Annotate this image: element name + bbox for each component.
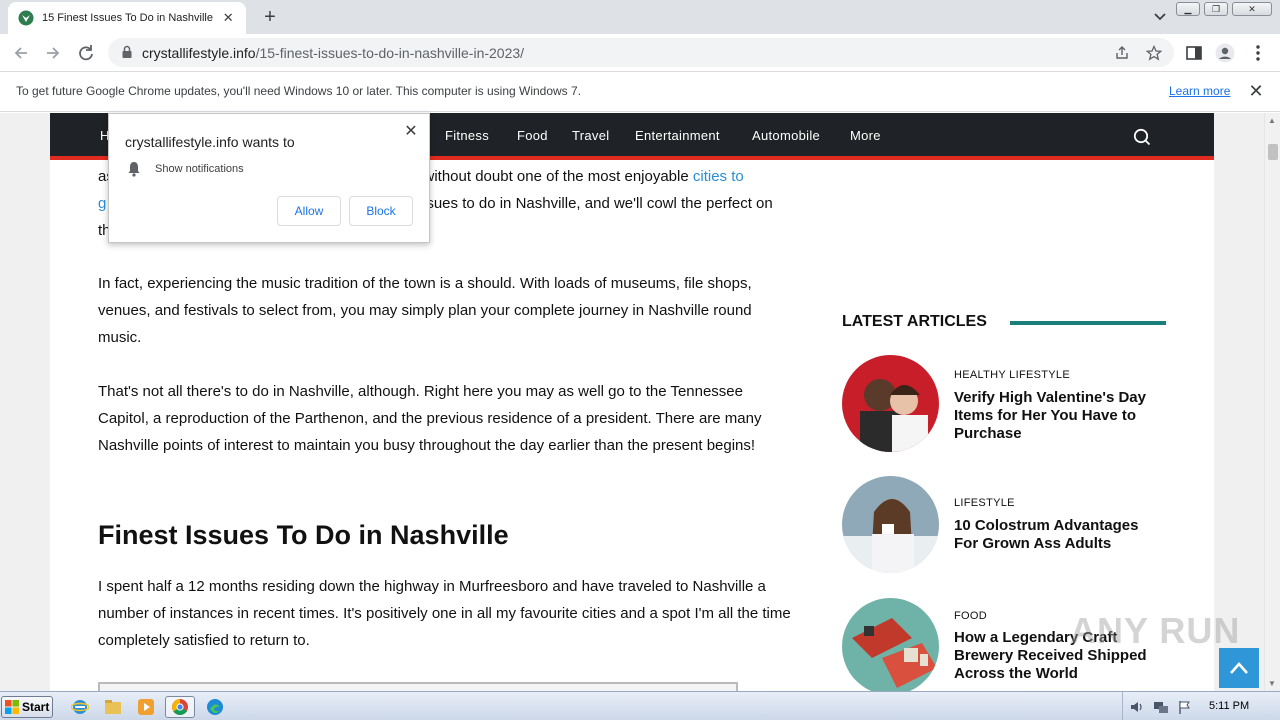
article-paragraph-4: I spent half a 12 months residing down t… — [98, 578, 791, 649]
embedded-image-frame — [98, 682, 738, 691]
scroll-down-icon[interactable]: ▼ — [1268, 679, 1276, 688]
scroll-thumb[interactable] — [1268, 144, 1278, 160]
start-label: Start — [22, 700, 50, 714]
page-scrollbar[interactable]: ▲ ▼ — [1264, 113, 1280, 691]
side-panel-icon[interactable] — [1184, 43, 1204, 63]
windows-taskbar: Start 5:11 PM — [0, 691, 1280, 720]
nav-item-automobile[interactable]: Automobile — [752, 128, 820, 143]
popup-message: Show notifications — [155, 163, 244, 175]
infobar-message: To get future Google Chrome updates, you… — [16, 84, 582, 98]
article-title[interactable]: 10 Colostrum Advantages For Grown Ass Ad… — [954, 517, 1154, 553]
cities-link[interactable]: cities to — [693, 168, 744, 185]
minimize-button[interactable]: ▁ — [1176, 2, 1200, 16]
bell-icon — [127, 161, 141, 177]
article-paragraph-3: That's not all there's to do in Nashvill… — [98, 383, 762, 454]
action-center-flag-icon[interactable] — [1177, 699, 1193, 715]
section-heading: Finest Issues To Do in Nashville — [98, 520, 509, 550]
back-to-top-button[interactable] — [1219, 648, 1259, 688]
tab-close-icon[interactable]: ✕ — [221, 10, 237, 26]
nav-item-travel[interactable]: Travel — [572, 128, 609, 143]
block-button[interactable]: Block — [349, 196, 413, 226]
article-card[interactable]: HEALTHY LIFESTYLE Verify High Valentine'… — [842, 355, 1166, 455]
nav-item-entertainment[interactable]: Entertainment — [635, 128, 720, 143]
nav-item-more[interactable]: More — [850, 128, 881, 143]
article-thumbnail[interactable] — [842, 355, 939, 452]
anyrun-watermark: ANY RUN — [1070, 610, 1241, 651]
popup-close-icon[interactable]: ✕ — [403, 121, 419, 141]
scroll-up-icon[interactable]: ▲ — [1268, 116, 1276, 125]
restore-button[interactable]: ❐ — [1204, 2, 1228, 16]
article-paragraph-2: In fact, experiencing the music traditio… — [98, 275, 752, 346]
article-title[interactable]: Verify High Valentine's Day Items for He… — [954, 389, 1154, 443]
address-bar[interactable]: crystallifestyle.info/15-finest-issues-t… — [108, 38, 1174, 67]
tab-search-icon[interactable] — [1150, 8, 1170, 26]
browser-toolbar: crystallifestyle.info/15-finest-issues-t… — [0, 34, 1280, 72]
start-button[interactable]: Start — [1, 696, 53, 718]
menu-kebab-icon[interactable] — [1248, 43, 1268, 63]
update-infobar: To get future Google Chrome updates, you… — [0, 72, 1280, 112]
internet-explorer-icon[interactable] — [68, 696, 92, 718]
url-text: crystallifestyle.info/15-finest-issues-t… — [142, 45, 525, 61]
tab-strip: 15 Finest Issues To Do in Nashville in ✕… — [0, 0, 1280, 34]
article-category[interactable]: HEALTHY LIFESTYLE — [954, 369, 1070, 381]
reload-icon[interactable] — [75, 42, 97, 64]
allow-button[interactable]: Allow — [277, 196, 341, 226]
media-player-icon[interactable] — [134, 696, 158, 718]
profile-avatar-icon[interactable] — [1215, 43, 1235, 63]
system-tray: 5:11 PM — [1122, 692, 1280, 720]
window-controls: ▁ ❐ ✕ — [1176, 2, 1272, 16]
infobar-close-icon[interactable]: ✕ — [1248, 81, 1264, 102]
latest-articles-title: LATEST ARTICLES — [842, 313, 987, 330]
article-category[interactable]: FOOD — [954, 610, 987, 622]
browser-tab[interactable]: 15 Finest Issues To Do in Nashville in ✕ — [8, 2, 246, 34]
popup-title: crystallifestyle.info wants to — [125, 134, 295, 150]
nav-item-food[interactable]: Food — [517, 128, 548, 143]
volume-icon[interactable] — [1129, 699, 1145, 715]
windows-logo-icon — [5, 700, 19, 714]
tab-title: 15 Finest Issues To Do in Nashville in — [42, 12, 213, 24]
new-tab-button[interactable]: + — [258, 5, 282, 29]
title-accent-bar — [1010, 321, 1166, 325]
article-card[interactable]: LIFESTYLE 10 Colostrum Advantages For Gr… — [842, 476, 1166, 576]
chevron-up-icon — [1230, 662, 1248, 674]
back-icon[interactable] — [10, 42, 32, 64]
article-thumbnail[interactable] — [842, 598, 939, 691]
forward-icon[interactable] — [42, 42, 64, 64]
edge-icon[interactable] — [203, 696, 227, 718]
network-icon[interactable] — [1153, 699, 1169, 715]
article-thumbnail[interactable] — [842, 476, 939, 573]
bookmark-star-icon[interactable] — [1145, 44, 1163, 61]
site-search-icon[interactable] — [1133, 128, 1151, 146]
article-category[interactable]: LIFESTYLE — [954, 497, 1015, 509]
taskbar-clock: 5:11 PM — [1209, 700, 1250, 712]
notification-permission-popup: crystallifestyle.info wants to ✕ Show no… — [108, 113, 430, 243]
chrome-taskbar-icon[interactable] — [165, 696, 195, 718]
learn-more-link[interactable]: Learn more — [1169, 84, 1230, 98]
file-explorer-icon[interactable] — [101, 696, 125, 718]
lock-icon[interactable] — [120, 45, 134, 59]
nav-item-fitness[interactable]: Fitness — [445, 128, 489, 143]
window-close-button[interactable]: ✕ — [1232, 2, 1272, 16]
site-favicon-icon — [18, 10, 34, 26]
share-icon[interactable] — [1114, 45, 1130, 61]
